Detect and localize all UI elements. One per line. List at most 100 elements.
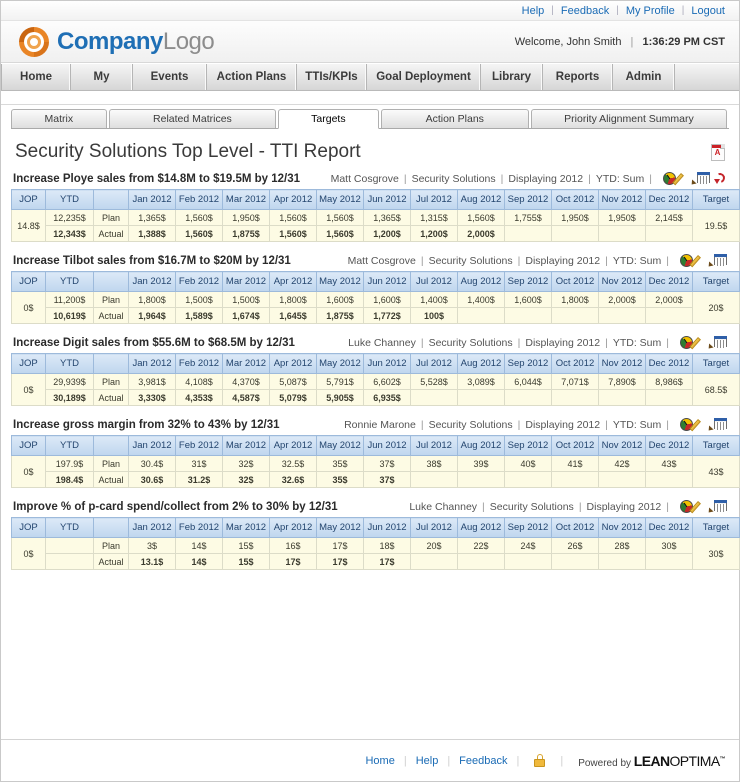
plan-cell: 7,071$: [551, 373, 599, 390]
column-header: Sep 2012: [504, 435, 552, 456]
column-header: Sep 2012: [504, 271, 552, 292]
pencil-icon[interactable]: [672, 172, 697, 187]
nav-item-label: Home: [20, 71, 52, 83]
plan-cell: 7,890$: [598, 373, 646, 390]
goal-block: Increase Ploye sales from $14.8M to $19.…: [11, 169, 740, 242]
nav-item-action-plans[interactable]: Action Plans: [207, 64, 297, 90]
grid-icon[interactable]: [714, 254, 727, 267]
column-header: Jun 2012: [363, 517, 411, 538]
column-header: Aug 2012: [457, 353, 505, 374]
sub-tab-targets[interactable]: Targets: [278, 109, 379, 129]
table-header-row: JOP YTD Jan 2012 Feb 2012 Mar 2012 Apr 2012 Ma…: [11, 517, 740, 538]
nav-item-my[interactable]: My: [71, 64, 133, 90]
column-header-label: Apr 2012: [273, 440, 313, 451]
pencil-icon[interactable]: [689, 500, 714, 515]
actual-cell: 1,772$: [363, 307, 411, 324]
column-header: Apr 2012: [269, 435, 317, 456]
pencil-icon[interactable]: [689, 418, 714, 433]
column-header-label: Jun 2012: [367, 194, 407, 205]
goal-header: Increase Digit sales from $55.6M to $68.…: [11, 333, 729, 353]
actual-cell: [457, 471, 505, 488]
column-header: May 2012: [316, 353, 364, 374]
column-header: Feb 2012: [175, 517, 223, 538]
grid-icon[interactable]: [697, 172, 710, 185]
goal-meta: Matt Cosgrove | Security Solutions | Display…: [348, 254, 727, 269]
tti-table: JOP YTD Jan 2012 Feb 2012 Mar 2012 Apr 2012 Ma…: [11, 435, 740, 488]
nav-item-goal-deployment[interactable]: Goal Deployment: [367, 64, 481, 90]
table-row: 0$ 11,200$ Plan 1,800$ 1,500$ 1,500$ 1,800$ 1,6…: [11, 291, 740, 324]
sub-tab-priority-alignment-summary[interactable]: Priority Alignment Summary: [530, 109, 727, 128]
plan-cell: 24$: [504, 537, 552, 554]
column-header-label: JOP: [19, 440, 38, 451]
column-header-label: Jul 2012: [416, 358, 452, 369]
table-header-row: JOP YTD Jan 2012 Feb 2012 Mar 2012 Apr 2012 Ma…: [11, 353, 740, 374]
target-value: 19.5$: [692, 209, 740, 242]
plan-cell: 6,044$: [504, 373, 552, 390]
nav-item-reports[interactable]: Reports: [543, 64, 613, 90]
pdf-export-icon[interactable]: A: [711, 143, 725, 161]
plan-cell: 1,560$: [175, 209, 223, 226]
column-header-label: May 2012: [319, 358, 361, 369]
column-header: Oct 2012: [551, 517, 599, 538]
plan-cell: 18$: [363, 537, 411, 554]
actual-cell: [645, 471, 693, 488]
actual-cell: 14$: [175, 553, 223, 570]
grid-icon[interactable]: [714, 336, 727, 349]
nav-item-admin[interactable]: Admin: [613, 64, 675, 90]
column-header: Dec 2012: [645, 517, 693, 538]
brand-logo[interactable]: CompanyLogo: [19, 26, 215, 57]
goal-meta-sep: |: [666, 336, 669, 349]
column-header-label: May 2012: [319, 440, 361, 451]
ytd-plan-value: 12,235$: [45, 209, 94, 226]
sub-tab-matrix[interactable]: Matrix: [11, 109, 107, 128]
column-header: JOP: [11, 189, 46, 210]
row-label-plan: Plan: [93, 209, 129, 226]
goal-ytd-mode: YTD: Sum: [595, 172, 645, 185]
sub-tab-related-matrices[interactable]: Related Matrices: [108, 109, 277, 128]
actual-cell: 1,200$: [363, 225, 411, 242]
column-header-label: Oct 2012: [555, 194, 595, 205]
column-header-label: Jun 2012: [367, 440, 407, 451]
ytd-actual-value: 30,189$: [45, 389, 94, 406]
plan-cell: 1,560$: [269, 209, 317, 226]
utility-link-help[interactable]: Help: [522, 5, 545, 17]
pencil-icon[interactable]: [689, 254, 714, 269]
column-header-label: Nov 2012: [601, 440, 643, 451]
goal-org: Security Solutions: [428, 254, 513, 267]
grid-icon[interactable]: [714, 418, 727, 431]
footer-link-feedback[interactable]: Feedback: [459, 755, 507, 767]
goal-meta-sep: |: [517, 254, 521, 267]
column-header: Mar 2012: [222, 353, 270, 374]
plan-cell: 2,145$: [645, 209, 693, 226]
goal-action-icons: [680, 500, 727, 515]
column-header-label: Aug 2012: [460, 276, 502, 287]
utility-link-my-profile[interactable]: My Profile: [626, 5, 675, 17]
nav-item-label: Goal Deployment: [376, 71, 471, 83]
utility-link-logout[interactable]: Logout: [691, 5, 725, 17]
nav-item-home[interactable]: Home: [1, 64, 71, 90]
goal-meta-sep: |: [666, 500, 669, 513]
nav-item-ttis-kpis[interactable]: TTIs/KPIs: [297, 64, 367, 90]
plan-cell: 37$: [363, 455, 411, 472]
column-header-label: Jun 2012: [367, 358, 407, 369]
nav-item-events[interactable]: Events: [133, 64, 207, 90]
utility-link-feedback[interactable]: Feedback: [561, 5, 609, 17]
column-header: Mar 2012: [222, 435, 270, 456]
arrow-icon[interactable]: [713, 171, 727, 185]
goal-meta-sep: |: [500, 172, 504, 185]
sub-tab-action-plans[interactable]: Action Plans: [380, 109, 529, 128]
footer-link-home[interactable]: Home: [365, 755, 394, 767]
actual-cell: 1,560$: [269, 225, 317, 242]
goal-header: Increase Tilbot sales from $16.7M to $20…: [11, 251, 729, 271]
actual-cell: [598, 389, 646, 406]
nav-item-library[interactable]: Library: [481, 64, 543, 90]
column-header-label: Aug 2012: [460, 358, 502, 369]
grid-icon[interactable]: [714, 500, 727, 513]
column-header: Apr 2012: [269, 353, 317, 374]
column-header-label: Jan 2012: [132, 276, 172, 287]
column-header: Nov 2012: [598, 271, 646, 292]
footer-link-help[interactable]: Help: [416, 755, 439, 767]
column-header-label: Jun 2012: [367, 522, 407, 533]
pencil-icon[interactable]: [689, 336, 714, 351]
plan-cell: 1,950$: [598, 209, 646, 226]
